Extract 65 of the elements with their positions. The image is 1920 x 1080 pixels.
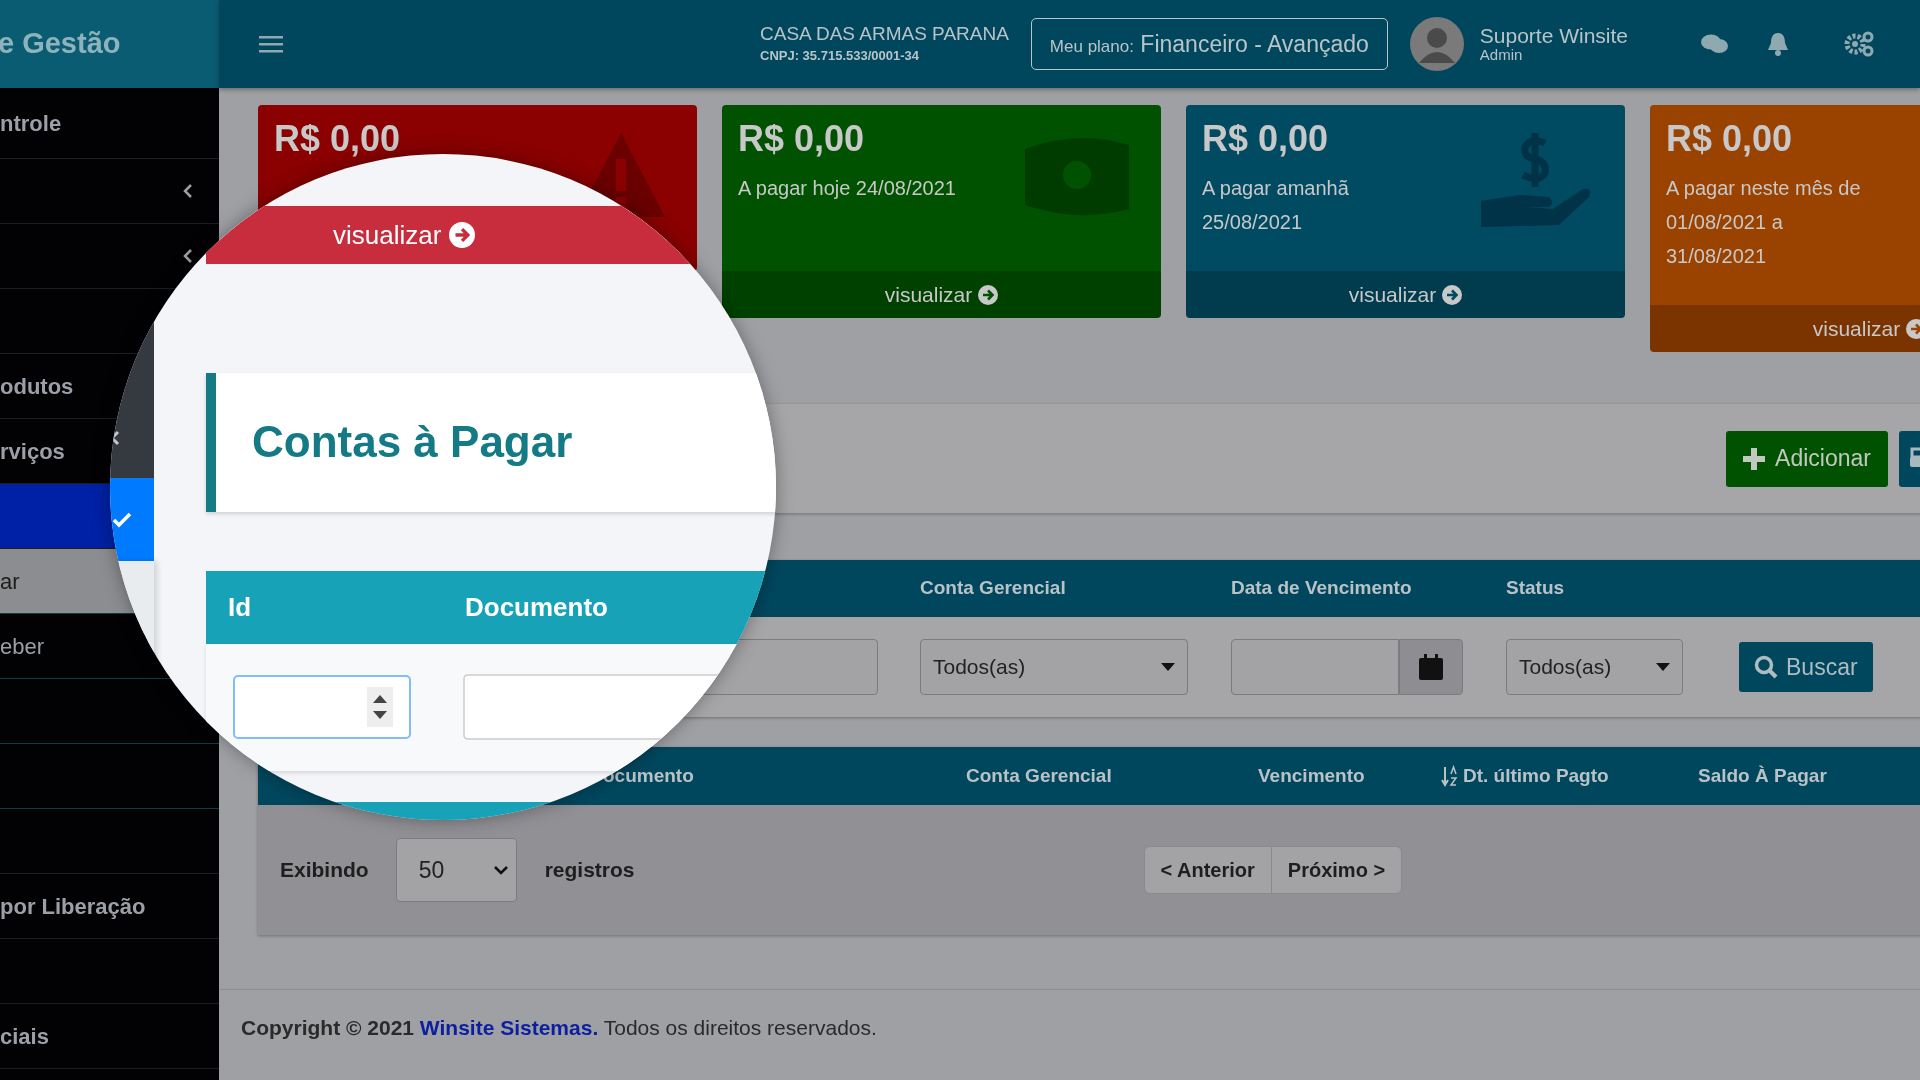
amount-value: R$ 0,00 xyxy=(738,117,865,161)
user-role: Admin xyxy=(1479,47,1523,64)
chevron-icon xyxy=(183,183,193,199)
check-icon xyxy=(112,512,132,528)
user-name: Suporte Winsite xyxy=(1479,24,1629,48)
filter-select[interactable]: Todos(as) xyxy=(1506,639,1683,695)
card-subtitle: A pagar hoje 24/08/2021 xyxy=(738,176,957,201)
column-header: Dt. último Pagto xyxy=(1463,763,1609,788)
column-label: Data de Vencimento xyxy=(1231,577,1412,599)
copyright-text: Copyright © 2021 Winsite Sistemas. Todos os direitos reservados. xyxy=(241,1015,878,1041)
add-button[interactable]: Adicionar xyxy=(1726,430,1888,487)
company-name: CASA DAS ARMAS PARANA xyxy=(760,24,1009,46)
column-label: Status xyxy=(1506,577,1565,599)
column-header: Saldo À Pagar xyxy=(1698,763,1827,788)
date-field[interactable] xyxy=(1231,639,1399,695)
id-field[interactable] xyxy=(233,675,411,739)
previous-button[interactable]: < Anterior xyxy=(1143,846,1272,894)
column-header: ocumento xyxy=(603,763,694,788)
chevron-icon xyxy=(183,248,193,264)
sidebar-item[interactable] xyxy=(110,478,154,561)
calendar-button[interactable] xyxy=(1399,639,1463,695)
filter-select[interactable]: Todos(as) xyxy=(920,639,1188,695)
gears-icon[interactable] xyxy=(1844,31,1875,57)
arrow-circle-icon xyxy=(978,284,999,305)
card-subtitle: A pagar neste mês de xyxy=(1666,176,1862,201)
spinner-icon[interactable] xyxy=(367,687,393,727)
page-title: Contas à Pagar xyxy=(252,416,573,469)
caret-icon xyxy=(1656,663,1670,671)
search-icon xyxy=(1754,655,1778,679)
next-button[interactable]: Próximo > xyxy=(1270,846,1403,894)
amount-value: R$ 0,00 xyxy=(1202,117,1329,161)
sidebar-item[interactable]: por Liberação xyxy=(0,874,219,939)
arrow-circle-icon xyxy=(1442,284,1463,305)
company-link[interactable]: Winsite Sistemas. xyxy=(419,1016,599,1039)
page-size-select[interactable]: 50 xyxy=(395,838,517,902)
plan-button[interactable]: Meu plano: Financeiro - Avançado xyxy=(1030,18,1388,70)
column-header: Conta Gerencial xyxy=(966,763,1112,788)
avatar-icon[interactable] xyxy=(1409,17,1464,71)
calendar-icon xyxy=(1419,654,1443,680)
amount-value: R$ 0,00 xyxy=(274,117,401,161)
bell-icon[interactable] xyxy=(1767,32,1790,56)
column-label: Documento xyxy=(465,591,608,624)
card-subtitle: 25/08/2021 xyxy=(1202,210,1304,235)
sidebar-item[interactable]: ciais xyxy=(0,1004,219,1069)
column-label: Id xyxy=(228,591,253,624)
chat-icon[interactable] xyxy=(1701,33,1730,55)
amount-value: R$ 0,00 xyxy=(1666,117,1793,161)
card-subtitle: 31/08/2021 xyxy=(1666,244,1768,269)
view-link[interactable]: visualizar xyxy=(884,278,999,311)
showing-label: Exibindo xyxy=(280,857,369,884)
plus-icon xyxy=(1743,447,1766,470)
card-subtitle: A pagar amanhã xyxy=(1202,176,1350,201)
column-header: Vencimento xyxy=(1258,763,1365,788)
menu-icon[interactable] xyxy=(259,34,283,54)
records-label: registros xyxy=(544,857,635,884)
document-field[interactable] xyxy=(463,674,719,740)
caret-icon xyxy=(1161,663,1175,671)
chevron-down-icon xyxy=(493,865,508,875)
column-label: Conta Gerencial xyxy=(920,577,1066,599)
card-subtitle: 01/08/2021 a xyxy=(1666,210,1784,235)
view-link[interactable]: visualizar xyxy=(1348,278,1463,311)
brand-title: e Gestão xyxy=(0,0,219,88)
sort-icon xyxy=(1441,765,1459,787)
company-cnpj: CNPJ: 35.715.533/0001-34 xyxy=(760,49,920,64)
search-button[interactable]: Buscar xyxy=(1739,642,1873,692)
